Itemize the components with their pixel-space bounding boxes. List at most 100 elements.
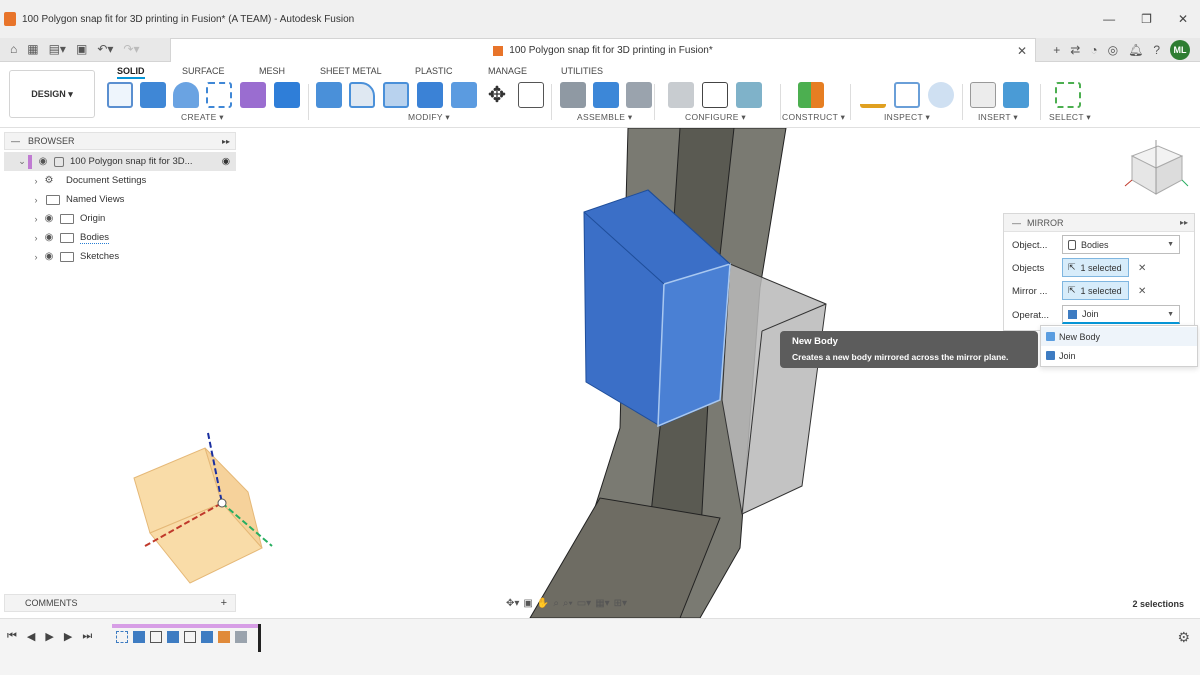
extensions-icon[interactable]: ◎ [1108, 43, 1118, 57]
expand-panel-icon[interactable]: ▸▸ [222, 137, 230, 146]
chevron-right-icon[interactable]: › [30, 195, 42, 205]
play-icon[interactable]: ▶ [45, 630, 53, 643]
group-insert[interactable]: INSERT ▾ [978, 112, 1018, 123]
chevron-right-icon[interactable]: › [30, 176, 42, 186]
box-icon[interactable] [274, 82, 300, 108]
timeline-sketch-icon[interactable] [150, 631, 162, 643]
minimize-button[interactable]: — [1103, 12, 1115, 26]
browser-item-origin[interactable]: › ◉ Origin [4, 209, 236, 228]
redo-icon[interactable]: ↷▾ [123, 42, 139, 56]
timeline-sketch-icon[interactable] [116, 631, 128, 643]
home-icon[interactable]: ⌂ [10, 42, 17, 56]
step-forward-icon[interactable]: ▶ [64, 630, 72, 643]
chevron-down-icon[interactable]: ⌄ [16, 156, 28, 167]
operation-select[interactable]: Join ▼ [1062, 305, 1180, 324]
timeline-extrude-icon[interactable] [167, 631, 179, 643]
group-select[interactable]: SELECT ▾ [1049, 112, 1091, 123]
chevron-right-icon[interactable]: › [30, 252, 42, 262]
new-component-icon[interactable] [593, 82, 619, 108]
avatar[interactable]: ML [1170, 40, 1190, 60]
maximize-button[interactable]: ❐ [1141, 12, 1152, 26]
gear-icon[interactable]: ⚙ [1177, 629, 1190, 646]
offset-plane-icon[interactable] [798, 82, 824, 108]
grid-icon[interactable]: ▦ [27, 42, 38, 56]
browser-item-sketches[interactable]: › ◉ Sketches [4, 247, 236, 266]
tab-utilities[interactable]: UTILITIES [561, 66, 603, 76]
tab-plastic[interactable]: PLASTIC [415, 66, 453, 76]
tab-manage[interactable]: MANAGE [488, 66, 527, 76]
chevron-right-icon[interactable]: › [30, 214, 42, 224]
zoom-icon[interactable]: ⌕ [553, 598, 559, 609]
display-settings-icon[interactable]: ▭▾ [577, 598, 591, 609]
combine-icon[interactable] [417, 82, 443, 108]
timeline-fillet-icon[interactable] [218, 631, 230, 643]
chevron-right-icon[interactable]: › [30, 233, 42, 243]
configuration-table-icon[interactable] [702, 82, 728, 108]
look-at-icon[interactable]: ▣ [523, 598, 532, 609]
mirrored-body-preview[interactable] [721, 263, 827, 515]
shell-icon[interactable] [383, 82, 409, 108]
go-to-end-icon[interactable]: ⏭ [82, 630, 92, 643]
timeline-extrude-icon[interactable] [133, 631, 145, 643]
orbit-icon[interactable]: ✥▾ [506, 598, 519, 609]
objects-selector[interactable]: ⇱ 1 selected [1062, 258, 1129, 277]
interference-icon[interactable] [894, 82, 920, 108]
browser-item-bodies[interactable]: › ◉ Bodies [4, 228, 236, 247]
split-body-icon[interactable] [451, 82, 477, 108]
browser-header[interactable]: — BROWSER ▸▸ [4, 132, 236, 150]
revolve-icon[interactable] [173, 82, 199, 108]
help-icon[interactable]: ? [1153, 43, 1160, 57]
select-icon[interactable] [1055, 82, 1081, 108]
group-configure[interactable]: CONFIGURE ▾ [685, 112, 746, 123]
section-analysis-icon[interactable] [928, 82, 954, 108]
save-icon[interactable]: ▣ [76, 42, 87, 56]
timeline-extrude-icon[interactable] [201, 631, 213, 643]
pan-icon[interactable]: ✋ [537, 598, 549, 609]
add-comment-icon[interactable]: + [221, 597, 227, 609]
step-back-icon[interactable]: ◀ [27, 630, 35, 643]
timeline-track[interactable] [112, 624, 262, 652]
timeline-marker[interactable] [258, 624, 261, 652]
browser-item-named-views[interactable]: › Named Views [4, 190, 236, 209]
as-built-joint-icon[interactable] [626, 82, 652, 108]
origin-point[interactable] [217, 498, 227, 508]
move-icon[interactable]: ✥ [484, 82, 510, 108]
extrude-icon[interactable] [140, 82, 166, 108]
close-tab-icon[interactable]: ✕ [1017, 44, 1027, 58]
notifications-icon[interactable]: 🔔︎ [1128, 43, 1143, 57]
expand-panel-icon[interactable]: ▸▸ [1180, 218, 1188, 227]
file-icon[interactable]: ▤▾ [49, 42, 66, 56]
create-form-icon[interactable] [240, 82, 266, 108]
group-assemble[interactable]: ASSEMBLE ▾ [577, 112, 632, 123]
group-inspect[interactable]: INSPECT ▾ [884, 112, 930, 123]
eye-icon[interactable]: ◉ [36, 156, 50, 167]
insert-derive-icon[interactable] [970, 82, 996, 108]
collapse-icon[interactable]: — [1012, 218, 1021, 228]
document-tab[interactable]: 100 Polygon snap fit for 3D printing in … [170, 38, 1036, 62]
close-window-button[interactable]: ✕ [1178, 12, 1188, 26]
group-construct[interactable]: CONSTRUCT ▾ [782, 112, 845, 123]
clear-mirror-plane-icon[interactable]: ✕ [1138, 286, 1146, 297]
object-type-select[interactable]: Bodies ▼ [1062, 235, 1180, 254]
data-panel-icon[interactable]: ⇄ [1070, 43, 1080, 57]
insert-canvas-icon[interactable] [1003, 82, 1029, 108]
group-create[interactable]: CREATE ▾ [181, 112, 224, 123]
new-tab-icon[interactable]: + [1053, 43, 1060, 57]
go-to-start-icon[interactable]: ⏮ [7, 630, 17, 643]
option-new-body[interactable]: New Body [1041, 327, 1197, 346]
eye-icon[interactable]: ◉ [42, 213, 56, 224]
tab-solid[interactable]: SOLID [117, 66, 145, 79]
browser-item-document-settings[interactable]: › ⚙ Document Settings [4, 171, 236, 190]
tab-sheet-metal[interactable]: SHEET METAL [320, 66, 382, 76]
mirror-header[interactable]: — MIRROR ▸▸ [1004, 214, 1194, 232]
parameters-icon[interactable] [518, 82, 544, 108]
collapse-icon[interactable]: — [11, 136, 20, 146]
configure-rule-icon[interactable] [736, 82, 762, 108]
press-pull-icon[interactable] [316, 82, 342, 108]
eye-icon[interactable]: ◉ [42, 232, 56, 243]
tab-mesh[interactable]: MESH [259, 66, 285, 76]
zoom-window-icon[interactable]: ⌕▾ [563, 598, 573, 609]
viewports-icon[interactable]: ⊞▾ [614, 598, 627, 609]
canvas-viewport[interactable]: — BROWSER ▸▸ ⌄ ◉ 100 Polygon snap fit fo… [0, 128, 1200, 618]
comments-panel[interactable]: COMMENTS + [4, 594, 236, 612]
